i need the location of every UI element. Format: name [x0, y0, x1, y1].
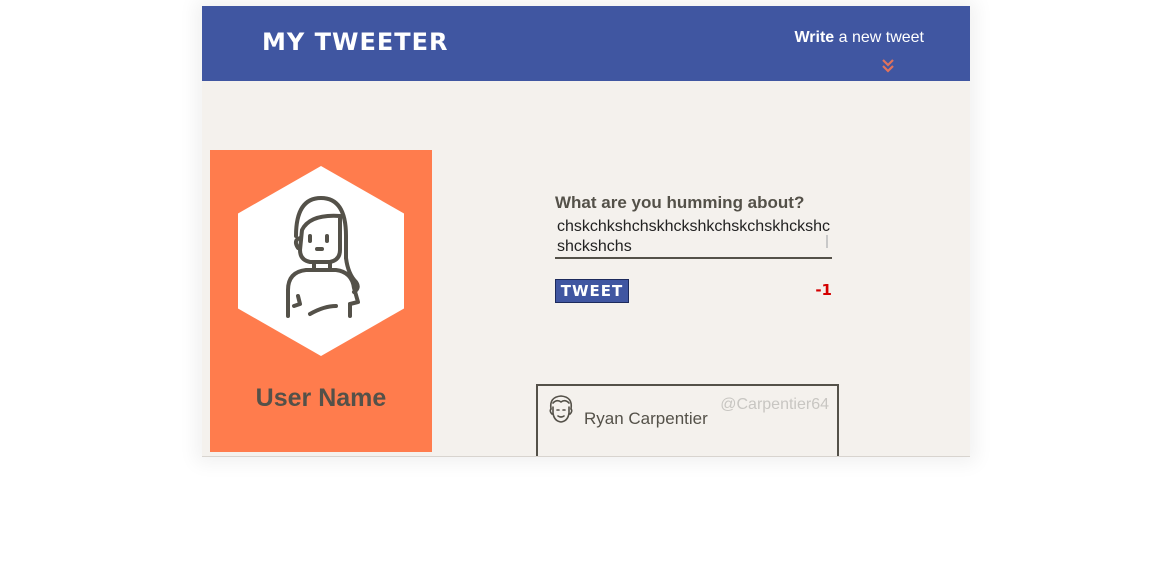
navbar: MY TWEETER Write a new tweet	[202, 6, 970, 81]
tweet-submit-button[interactable]: TWEET	[555, 279, 629, 303]
profile-card: User Name	[210, 150, 432, 452]
app-container: MY TWEETER Write a new tweet User Name W…	[202, 6, 970, 457]
textarea-scrollbar[interactable]	[826, 235, 828, 248]
double-chevron-down-icon[interactable]	[880, 58, 896, 74]
profile-username: User Name	[255, 384, 387, 412]
compose-toggle-button[interactable]: Write a new tweet	[794, 28, 924, 48]
compose-toggle-text: a new tweet	[834, 29, 924, 46]
tweet-card: Ryan Carpentier @Carpentier64	[536, 384, 839, 456]
man-avatar-icon	[549, 395, 573, 423]
brand-title: MY TWEETER	[262, 28, 449, 56]
compose-toggle-bold: Write	[794, 29, 835, 46]
avatar	[238, 166, 404, 356]
tweet-author-name: Ryan Carpentier	[584, 409, 708, 428]
char-counter: -1	[815, 281, 832, 299]
tweet-text-input[interactable]: chskchkshchskhckshkchskchskhckshcshckshc…	[555, 217, 832, 259]
composer-label: What are you humming about?	[555, 193, 805, 212]
tweet-author-handle: @Carpentier64	[720, 396, 829, 413]
